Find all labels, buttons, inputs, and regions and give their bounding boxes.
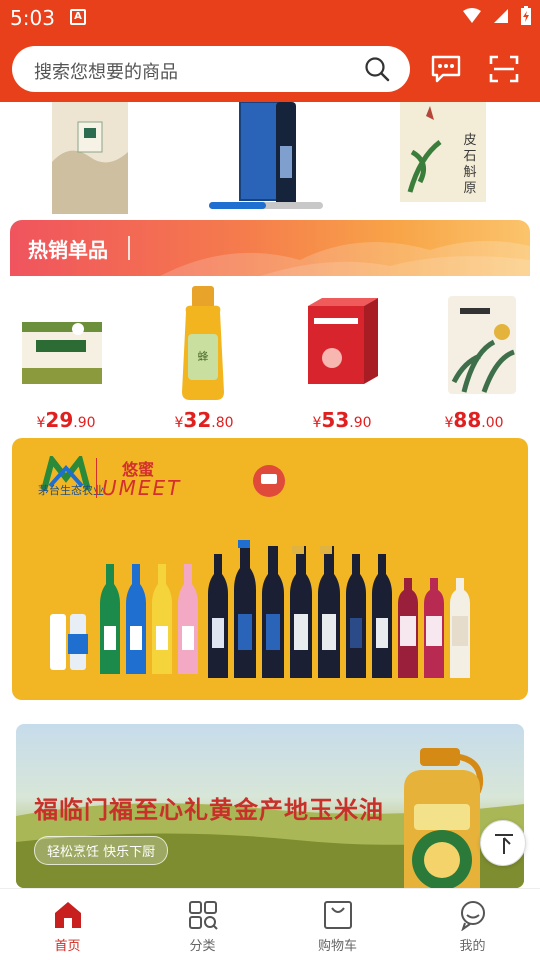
search-header: 搜索您想要的商品 xyxy=(0,36,540,102)
corn-oil-promo-banner[interactable]: 福临门福至心礼黄金产地玉米油 轻松烹饪 快乐下厨 xyxy=(16,724,524,888)
search-icon[interactable] xyxy=(364,56,390,82)
oil-banner-title: 福临门福至心礼黄金产地玉米油 xyxy=(34,796,384,824)
umeet-promo-banner[interactable]: 茅台生态农业 悠蜜 UMEET xyxy=(12,438,528,700)
svg-text:斛: 斛 xyxy=(463,165,476,180)
herbal-drink-box-image: 皮 石 斛 原 xyxy=(400,102,486,202)
status-time: 5:03 xyxy=(10,6,55,30)
oil-bottle-image xyxy=(404,748,484,888)
product-price: ¥53.90 xyxy=(276,408,408,432)
tab-category[interactable]: 分类 xyxy=(135,889,270,960)
notification-icon: A xyxy=(70,9,86,25)
svg-text:原: 原 xyxy=(463,181,476,196)
brand-name-en: UMEET xyxy=(102,476,182,500)
top-carousel[interactable]: 皮 石 斛 原 xyxy=(0,102,540,214)
cart-icon xyxy=(324,901,352,929)
carousel-indicator xyxy=(209,202,323,209)
price-integer: 88 xyxy=(453,408,482,432)
back-to-top-button[interactable] xyxy=(480,820,526,866)
company-name: 茅台生态农业 xyxy=(38,484,104,497)
bottom-tab-bar: 首页 分类 购物车 我的 xyxy=(0,888,540,960)
wifi-icon xyxy=(463,8,481,23)
price-integer: 53 xyxy=(321,408,350,432)
price-decimal: .90 xyxy=(349,415,372,431)
svg-text:蜂: 蜂 xyxy=(198,349,209,363)
wine-gift-box-image xyxy=(239,102,296,206)
product-price: ¥88.00 xyxy=(408,408,540,432)
price-decimal: .80 xyxy=(211,415,234,431)
tab-profile[interactable]: 我的 xyxy=(405,889,540,960)
product-price: ¥32.80 xyxy=(138,408,270,432)
price-decimal: .90 xyxy=(73,415,96,431)
svg-text:石: 石 xyxy=(463,149,476,164)
tea-box-image xyxy=(52,102,128,214)
tab-cart[interactable]: 购物车 xyxy=(270,889,405,960)
tab-label: 首页 xyxy=(54,939,81,954)
brand-divider xyxy=(96,458,97,498)
svg-text:皮: 皮 xyxy=(463,133,476,148)
price-decimal: .00 xyxy=(481,415,504,431)
signal-icon xyxy=(494,9,508,23)
arrow-up-icon xyxy=(495,834,513,854)
product-price: ¥29.90 xyxy=(0,408,132,432)
scan-icon[interactable] xyxy=(488,54,520,84)
honey-bottle-image: 蜂 xyxy=(182,286,224,400)
battery-icon xyxy=(521,6,531,25)
tab-home[interactable]: 首页 xyxy=(0,889,135,960)
carousel-indicator-fill xyxy=(209,202,266,209)
green-tea-box-image xyxy=(22,322,102,384)
profile-icon xyxy=(461,901,485,931)
status-icons xyxy=(462,6,532,26)
search-placeholder: 搜索您想要的商品 xyxy=(34,62,178,83)
title-divider xyxy=(128,236,130,260)
product-list: ¥29.90 蜂 ¥32.80 ¥53.90 ¥88.00 xyxy=(0,282,540,434)
home-icon xyxy=(55,902,81,928)
price-integer: 32 xyxy=(183,408,212,432)
product-item[interactable]: ¥88.00 xyxy=(408,282,540,434)
message-icon[interactable] xyxy=(430,54,462,84)
oil-banner-subtitle: 轻松烹饪 快乐下厨 xyxy=(34,836,169,865)
hot-products-header: 热销单品 xyxy=(10,220,530,276)
product-item[interactable]: ¥53.90 xyxy=(276,282,408,434)
hot-products-title: 热销单品 xyxy=(28,238,108,262)
product-item[interactable]: ¥29.90 xyxy=(0,282,132,434)
red-gift-box-image xyxy=(308,298,378,384)
category-icon xyxy=(189,901,218,930)
tab-label: 购物车 xyxy=(317,939,357,954)
product-item[interactable]: 蜂 ¥32.80 xyxy=(138,282,270,434)
bottles-lineup-image xyxy=(50,540,470,678)
tab-label: 我的 xyxy=(459,939,486,954)
tab-label: 分类 xyxy=(189,939,216,954)
badge-icon xyxy=(253,465,285,497)
price-integer: 29 xyxy=(45,408,74,432)
search-input[interactable]: 搜索您想要的商品 xyxy=(12,46,410,92)
tea-pouch-image xyxy=(448,296,516,394)
status-bar: 5:03 A xyxy=(0,0,540,36)
